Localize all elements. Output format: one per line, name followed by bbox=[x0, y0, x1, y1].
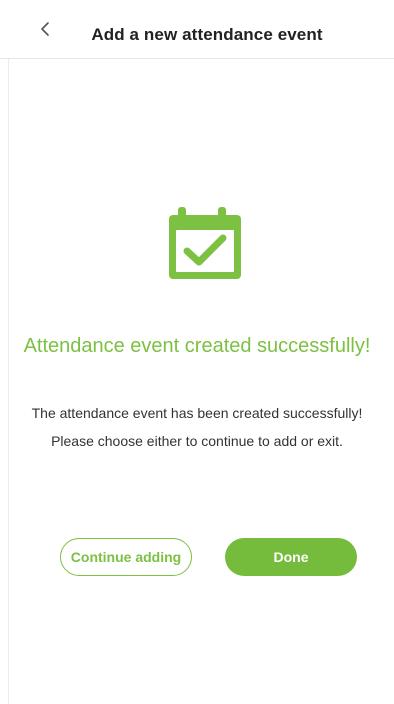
success-heading: Attendance event created successfully! bbox=[23, 335, 371, 357]
back-button[interactable] bbox=[30, 14, 60, 44]
header-bar: Add a new attendance event bbox=[0, 0, 394, 59]
message-line-2: Please choose either to continue to add … bbox=[51, 433, 343, 449]
calendar-check-icon bbox=[165, 205, 245, 281]
chevron-left-icon bbox=[39, 21, 51, 37]
message-line-1: The attendance event has been created su… bbox=[31, 405, 363, 421]
continue-adding-button[interactable]: Continue adding bbox=[60, 538, 192, 576]
page-title: Add a new attendance event bbox=[91, 25, 323, 44]
success-message: The attendance event has been created su… bbox=[0, 399, 394, 455]
screen: Add a new attendance event Attendance ev… bbox=[0, 0, 394, 704]
done-button[interactable]: Done bbox=[225, 538, 357, 576]
